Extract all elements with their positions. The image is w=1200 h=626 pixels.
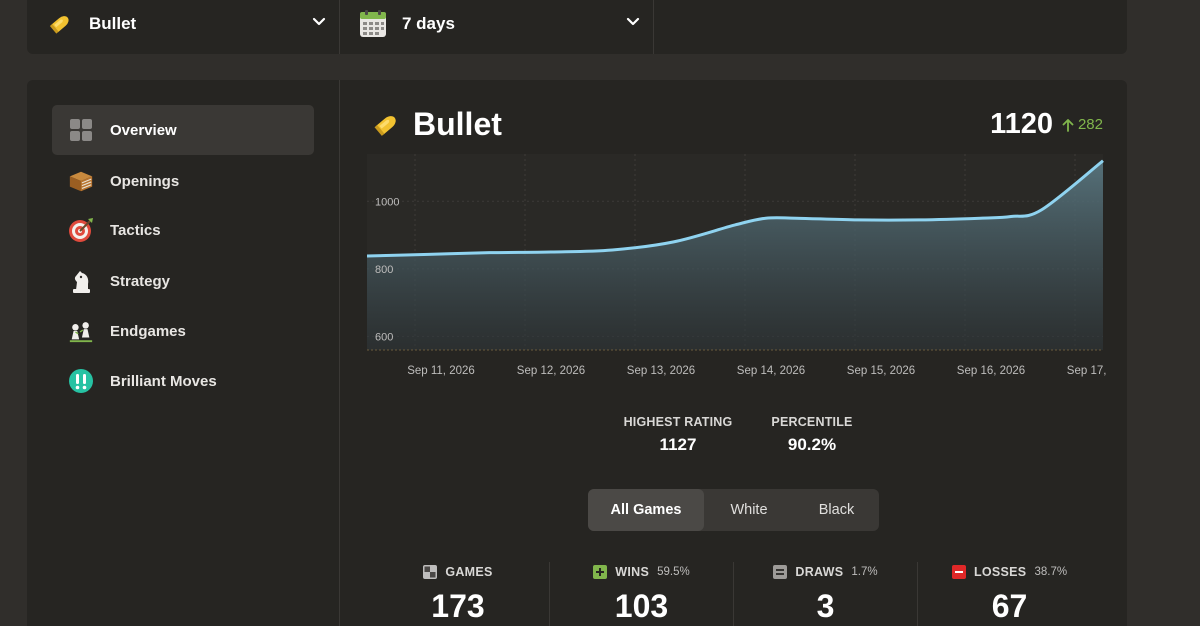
filter-bar: Bullet 7 days bbox=[27, 0, 1127, 54]
rating-change-value: 282 bbox=[1077, 116, 1103, 133]
tab-black[interactable]: Black bbox=[794, 489, 879, 531]
book-icon bbox=[68, 168, 94, 194]
sidebar-item-label: Strategy bbox=[110, 272, 171, 290]
sidebar-item-label: Endgames bbox=[110, 322, 186, 340]
title-row: Bullet 1120 282 bbox=[369, 104, 1103, 144]
stat-wins-label: WINS bbox=[615, 565, 650, 579]
stat-wins: WINS 59.5% 103 bbox=[549, 562, 733, 626]
bullet-icon bbox=[49, 16, 69, 34]
rating-chart-svg: 1000 800 600 Sep 11, 2026 Sep 12, 2026 Sep 13… bbox=[367, 154, 1107, 377]
date-range-label: 7 days bbox=[402, 14, 455, 33]
stat-wins-value: 103 bbox=[614, 588, 669, 624]
chevron-down-icon bbox=[626, 17, 640, 26]
current-rating: 1120 bbox=[990, 108, 1053, 140]
percentile-label: PERCENTILE bbox=[771, 415, 853, 429]
sidebar-item-label: Overview bbox=[110, 121, 177, 139]
stat-losses: LOSSES 38.7% 67 bbox=[917, 562, 1101, 626]
sidebar-item-endgames[interactable]: Endgames bbox=[52, 306, 314, 356]
stat-wins-pct: 59.5% bbox=[657, 566, 690, 578]
x-tick-label: Sep 11, 2026 bbox=[407, 365, 475, 377]
stat-losses-pct: 38.7% bbox=[1034, 566, 1068, 578]
plus-icon bbox=[593, 565, 608, 579]
variant-label: Bullet bbox=[89, 14, 137, 33]
stats-panel: Overview Openings Tactics Strategy Endga… bbox=[27, 80, 1127, 626]
sidebar: Overview Openings Tactics Strategy Endga… bbox=[27, 80, 340, 626]
sidebar-item-label: Openings bbox=[110, 172, 180, 190]
bullet-icon bbox=[374, 116, 396, 136]
stat-games-label: GAMES bbox=[445, 565, 493, 579]
highest-rating-value: 1127 bbox=[659, 435, 697, 454]
rating-chart: 1000 800 600 Sep 11, 2026 Sep 12, 2026 Sep 13… bbox=[367, 154, 1107, 384]
sidebar-item-overview[interactable]: Overview bbox=[52, 105, 314, 155]
stat-draws-value: 3 bbox=[816, 588, 835, 624]
sidebar-item-strategy[interactable]: Strategy bbox=[52, 256, 314, 306]
stat-draws-pct: 1.7% bbox=[851, 566, 878, 578]
stat-losses-label: LOSSES bbox=[973, 565, 1027, 579]
pawns-icon bbox=[68, 318, 94, 344]
sidebar-item-label: Tactics bbox=[110, 221, 161, 239]
minus-icon bbox=[951, 565, 966, 579]
x-tick-label: Sep 12, 2026 bbox=[517, 365, 585, 377]
x-tick-label: Sep 16, 2026 bbox=[957, 365, 1025, 377]
highest-rating: HIGHEST RATING 1127 bbox=[623, 415, 733, 455]
x-tick-label: Sep 13, 2026 bbox=[627, 365, 695, 377]
stat-games-value: 173 bbox=[431, 588, 485, 624]
percentile: PERCENTILE 90.2% bbox=[767, 415, 857, 455]
sidebar-item-label: Brilliant Moves bbox=[110, 372, 217, 390]
color-filter-tabs: All Games White Black bbox=[588, 489, 879, 531]
stat-games: GAMES 173 bbox=[366, 562, 550, 626]
sidebar-item-tactics[interactable]: Tactics bbox=[52, 205, 314, 255]
knight-icon bbox=[68, 268, 94, 294]
stat-losses-value: 67 bbox=[991, 588, 1028, 624]
tab-all-games[interactable]: All Games bbox=[588, 489, 704, 531]
y-tick-label: 1000 bbox=[375, 196, 399, 208]
rating-change: 282 bbox=[1062, 116, 1103, 134]
highest-rating-label: HIGHEST RATING bbox=[623, 415, 733, 429]
results-stats: GAMES 173 WINS 59.5% 103 DRAWS 1.7% 3 LO… bbox=[341, 562, 1127, 626]
calendar-icon bbox=[360, 10, 386, 37]
rating-summary: HIGHEST RATING 1127 PERCENTILE 90.2% bbox=[341, 415, 1127, 459]
percentile-value: 90.2% bbox=[787, 435, 837, 454]
board-icon bbox=[423, 565, 438, 579]
equals-icon bbox=[773, 565, 788, 579]
arrow-up-icon bbox=[1062, 119, 1074, 132]
target-icon bbox=[68, 217, 94, 243]
sidebar-item-openings[interactable]: Openings bbox=[52, 156, 314, 206]
chevron-down-icon bbox=[312, 17, 326, 26]
x-tick-label: Sep 15, 2026 bbox=[847, 365, 915, 377]
page-title: Bullet bbox=[413, 106, 502, 142]
variant-select[interactable]: Bullet bbox=[27, 0, 340, 54]
date-range-select[interactable]: 7 days bbox=[340, 0, 654, 54]
overview-content: Bullet 1120 282 1000 800 600 Sep 11, 2026 Se… bbox=[341, 80, 1127, 626]
sidebar-item-brilliant-moves[interactable]: Brilliant Moves bbox=[52, 356, 314, 406]
y-tick-label: 800 bbox=[375, 264, 393, 276]
stat-draws-label: DRAWS bbox=[795, 565, 844, 579]
stat-draws: DRAWS 1.7% 3 bbox=[733, 562, 917, 626]
brilliant-icon bbox=[68, 368, 94, 394]
tab-white[interactable]: White bbox=[704, 489, 794, 531]
y-tick-label: 600 bbox=[375, 331, 393, 343]
x-tick-label: Sep 14, 2026 bbox=[737, 365, 805, 377]
x-tick-label: Sep 17, 2026 bbox=[1067, 365, 1107, 377]
grid-icon bbox=[68, 117, 94, 143]
